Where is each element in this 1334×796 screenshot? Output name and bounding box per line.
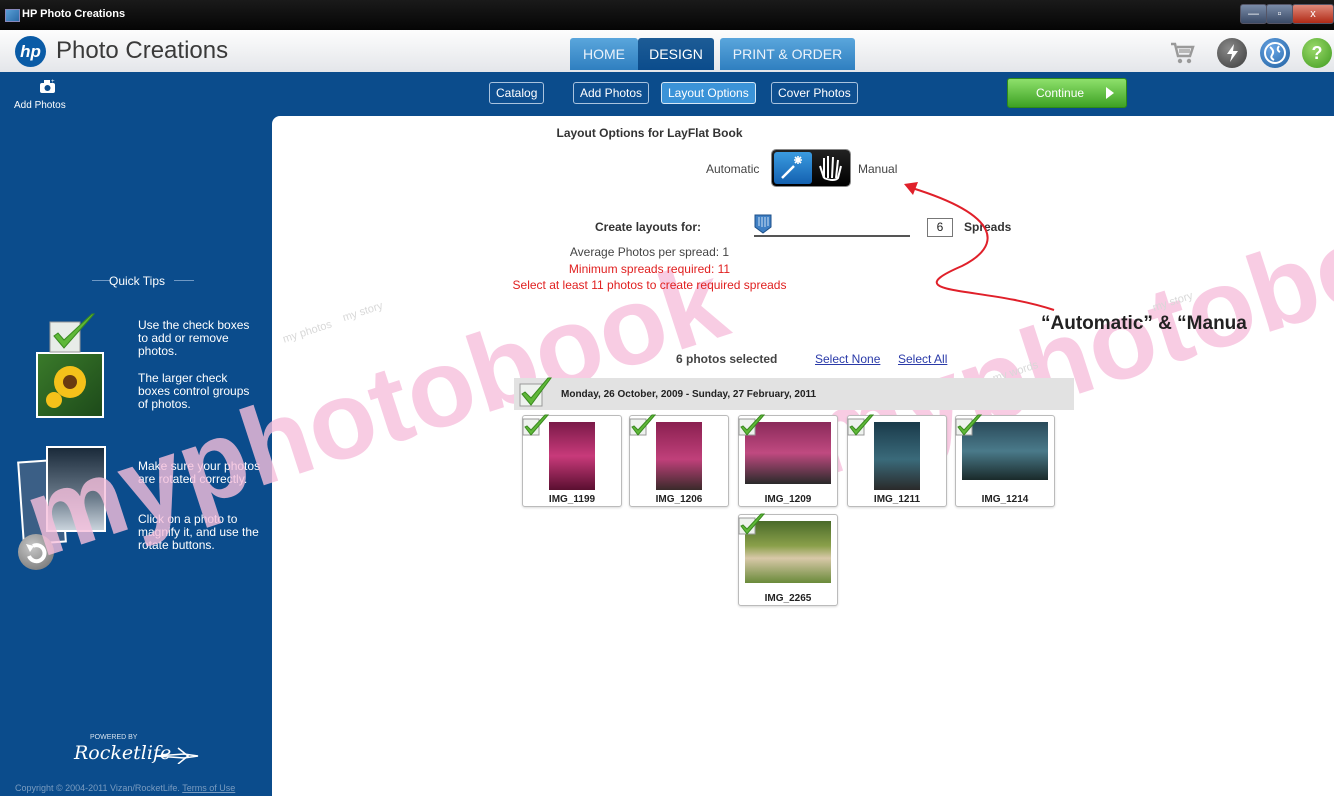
layout-options-heading: Layout Options for LayFlat Book <box>556 126 743 140</box>
subtab-catalog[interactable]: Catalog <box>489 82 545 104</box>
photo-name: IMG_1199 <box>548 494 596 505</box>
layout-options-panel: myphotobook myphotobook my story my phot… <box>11 116 1334 796</box>
photo-checkbox[interactable] <box>737 414 766 436</box>
layout-mode-toggle[interactable] <box>772 150 850 186</box>
selected-count: 6 photos selected <box>676 352 778 366</box>
tab-design[interactable]: DESIGN <box>638 38 714 70</box>
continue-label: Continue <box>1036 86 1085 100</box>
hp-logo: hp <box>15 36 46 67</box>
tip-checkboxes: Use the check boxes to add or remove pho… <box>138 318 250 358</box>
quick-tips-heading: Quick Tips <box>109 274 166 288</box>
tab-home[interactable]: HOME <box>570 38 638 70</box>
close-button[interactable]: x <box>1292 4 1334 24</box>
tab-print-order[interactable]: PRINT & ORDER <box>720 38 855 70</box>
photo-card[interactable]: IMG_1209 <box>737 414 838 507</box>
create-layouts-label: Create layouts for: <box>595 220 702 234</box>
powered-by-label: POWERED BY <box>90 734 138 741</box>
add-photos-label: Add Photos <box>14 100 66 111</box>
copyright-label: Copyright © 2004-2011 Vizan/RocketLife. <box>15 783 180 793</box>
photo-checkbox[interactable] <box>954 414 983 436</box>
watermark-tagline: my photos <box>281 318 334 346</box>
photo-card[interactable]: IMG_1206 <box>628 414 729 507</box>
photo-card[interactable]: IMG_2265 <box>737 513 838 606</box>
app-name: Photo Creations <box>56 37 229 64</box>
select-all-link[interactable]: Select All <box>898 352 947 366</box>
watermark-tagline: my story <box>341 299 385 325</box>
photo-card[interactable]: IMG_1211 <box>846 414 947 507</box>
group-date-range: Monday, 26 October, 2009 - Sunday, 27 Fe… <box>561 389 817 400</box>
subtab-layout-options[interactable]: Layout Options <box>661 82 756 104</box>
checkbox-tip-illustration <box>30 312 110 422</box>
photo-checkbox[interactable] <box>628 414 657 436</box>
select-none-link[interactable]: Select None <box>815 352 880 366</box>
minimize-button[interactable]: — <box>1240 4 1267 24</box>
photo-name: IMG_1214 <box>981 494 1029 505</box>
svg-text:+: + <box>51 79 55 85</box>
photo-thumbnail[interactable] <box>549 422 595 490</box>
subtab-add-photos[interactable]: Add Photos <box>573 82 650 104</box>
quick-fix-icon[interactable] <box>1217 38 1247 68</box>
magic-wand-icon[interactable] <box>774 152 812 184</box>
large-check-icon <box>48 312 98 361</box>
photo-thumbnail[interactable] <box>656 422 702 490</box>
terms-link[interactable]: Terms of Use <box>182 783 235 793</box>
subtab-cover-photos[interactable]: Cover Photos <box>771 82 858 104</box>
maximize-button[interactable]: ▫ <box>1266 4 1293 24</box>
photo-name: IMG_1211 <box>873 494 921 505</box>
window-title: HP Photo Creations <box>22 8 126 20</box>
add-photos-shortcut[interactable]: + Add Photos <box>14 76 66 112</box>
annotation-callout: “Automatic” & “Manua <box>1041 313 1247 334</box>
photo-thumbnail[interactable] <box>874 422 920 490</box>
window-title-bar: HP Photo Creations — ▫ x <box>0 0 1334 30</box>
play-arrow-icon <box>1106 87 1114 99</box>
photo-checkbox[interactable] <box>521 414 550 436</box>
hand-icon[interactable] <box>814 152 848 184</box>
photo-card[interactable]: IMG_1199 <box>521 414 622 507</box>
help-icon[interactable]: ? <box>1302 38 1332 68</box>
app-window-icon <box>5 9 20 22</box>
photo-checkbox[interactable] <box>737 513 766 535</box>
manual-label: Manual <box>858 162 898 176</box>
rocket-icon <box>154 744 202 769</box>
divider <box>174 280 194 281</box>
copyright-text: Copyright © 2004-2011 Vizan/RocketLife. … <box>15 783 235 793</box>
sunflower-photo-icon <box>36 352 104 418</box>
globe-icon[interactable] <box>1260 38 1290 68</box>
annotation-arrow <box>892 176 1062 321</box>
photo-group-header: Monday, 26 October, 2009 - Sunday, 27 Fe… <box>514 376 1074 413</box>
photo-card[interactable]: IMG_1214 <box>954 414 1055 507</box>
automatic-label: Automatic <box>706 162 760 176</box>
photo-name: IMG_1209 <box>764 494 812 505</box>
photo-name: IMG_2265 <box>764 593 812 604</box>
cart-icon[interactable] <box>1168 40 1196 66</box>
group-checkbox[interactable] <box>518 376 552 413</box>
spreads-slider-track[interactable] <box>754 235 910 237</box>
add-photos-icon: + <box>39 78 57 94</box>
continue-button[interactable]: Continue <box>1007 78 1127 108</box>
spreads-slider-thumb[interactable] <box>754 214 772 234</box>
divider <box>92 280 110 281</box>
photo-name: IMG_1206 <box>655 494 703 505</box>
photo-checkbox[interactable] <box>846 414 875 436</box>
